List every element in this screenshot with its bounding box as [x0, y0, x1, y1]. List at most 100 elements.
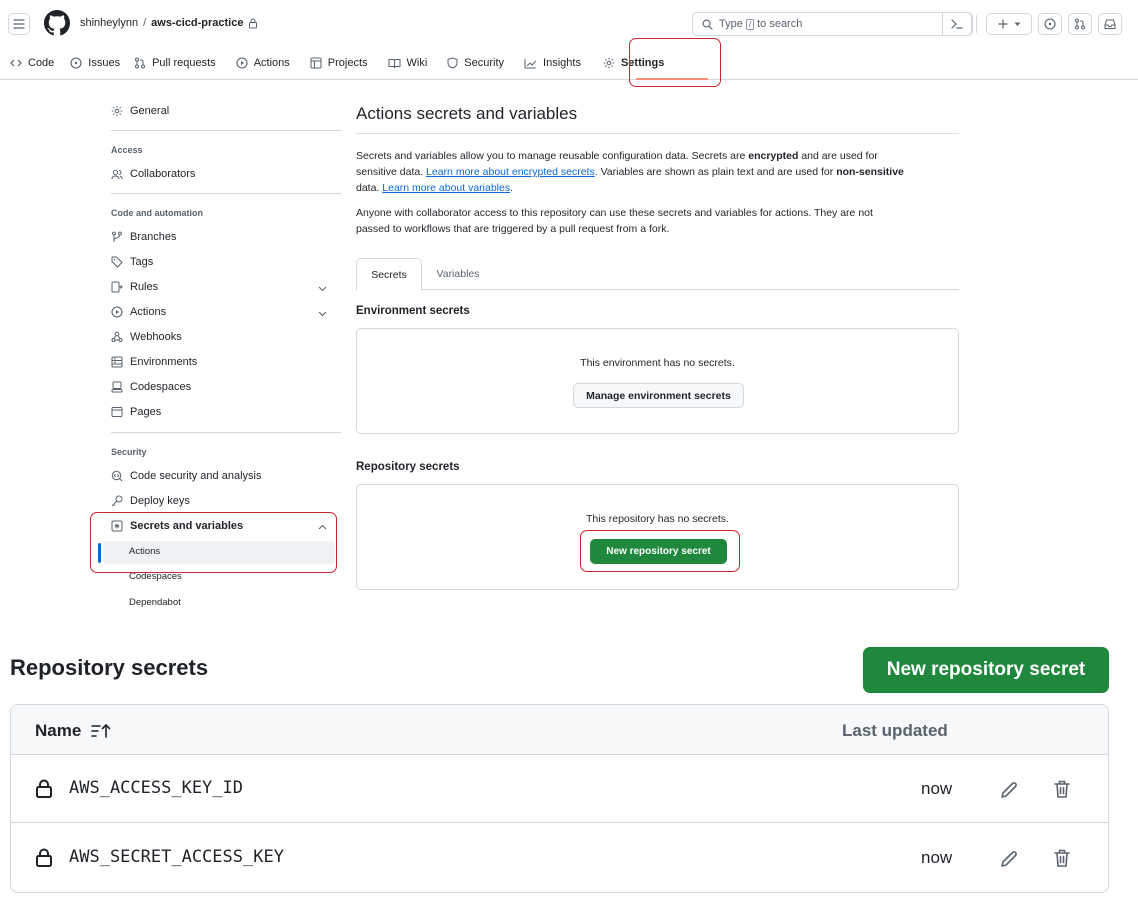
tab-actions[interactable]: Actions: [236, 48, 290, 78]
sidebar-item-rules[interactable]: Rules: [111, 281, 158, 293]
tab-variables[interactable]: Variables: [424, 258, 492, 290]
shield-icon: [447, 57, 458, 69]
sidebar-item-code-security[interactable]: Code security and analysis: [111, 470, 261, 482]
column-name-header[interactable]: Name: [35, 721, 111, 741]
intro-text: Secrets and variables allow you to manag…: [356, 150, 749, 162]
issues-button[interactable]: [1038, 13, 1062, 35]
sidebar-item-collaborators[interactable]: Collaborators: [111, 168, 195, 180]
book-icon: [388, 58, 401, 68]
inbox-button[interactable]: [1098, 13, 1122, 35]
gear-icon: [603, 57, 615, 69]
sidebar-item-label: Pages: [130, 406, 162, 418]
pencil-icon[interactable]: [999, 849, 1019, 869]
manage-environment-secrets-button[interactable]: Manage environment secrets: [573, 383, 744, 408]
pull-requests-button[interactable]: [1068, 13, 1092, 35]
secrets-sidebar-highlight: [90, 512, 337, 573]
tab-secrets[interactable]: Secrets: [356, 258, 422, 291]
tab-insights[interactable]: Insights: [524, 48, 581, 78]
graph-icon: [524, 58, 537, 68]
table-icon: [310, 57, 322, 69]
chevron-down-icon[interactable]: [318, 311, 327, 317]
inbox-icon: [1104, 19, 1116, 29]
secrets-tabs: Secrets Variables: [356, 258, 959, 291]
tab-code-label: Code: [28, 57, 55, 69]
collaborator-text: passed to workflows that are triggered b…: [356, 223, 670, 235]
server-icon: [111, 356, 123, 368]
intro-text: sensitive data.: [356, 166, 427, 178]
pencil-icon[interactable]: [999, 780, 1019, 800]
sidebar-item-label: Deploy keys: [130, 495, 190, 507]
create-new-button[interactable]: [986, 13, 1032, 35]
tab-security-label: Security: [464, 57, 505, 69]
tab-wiki[interactable]: Wiki: [388, 48, 428, 78]
sidebar-item-label: Code security and analysis: [130, 470, 262, 482]
repository-empty-message: This repository has no secrets.: [586, 513, 729, 525]
tab-projects[interactable]: Projects: [310, 48, 368, 78]
sidebar-item-branches[interactable]: Branches: [111, 231, 176, 243]
pull-request-icon: [135, 57, 146, 69]
hamburger-icon: [13, 19, 25, 29]
sidebar-item-tags[interactable]: Tags: [111, 256, 153, 268]
tab-pull-requests-label: Pull requests: [152, 57, 216, 69]
rules-icon: [111, 281, 123, 293]
tab-code[interactable]: Code: [10, 48, 54, 78]
command-palette-button[interactable]: [942, 12, 972, 36]
new-secret-highlight: [580, 530, 740, 572]
sidebar-item-label: Branches: [130, 231, 177, 243]
tab-insights-label: Insights: [543, 57, 581, 69]
webhook-icon: [111, 331, 123, 342]
tab-security[interactable]: Security: [447, 48, 504, 78]
repo-owner[interactable]: shinheylynn: [80, 17, 138, 29]
repository-secrets-heading: Repository secrets: [356, 461, 460, 473]
browser-icon: [111, 407, 123, 417]
trash-icon[interactable]: [1053, 848, 1071, 868]
title-divider: [356, 133, 959, 134]
secrets-table: Name Last updated AWS_ACCESS_KEY_ID now …: [10, 704, 1109, 893]
tab-pull-requests[interactable]: Pull requests: [134, 48, 216, 78]
sidebar-divider: [111, 130, 341, 131]
sidebar-item-deploy-keys[interactable]: Deploy keys: [111, 495, 190, 507]
tab-wiki-label: Wiki: [406, 57, 428, 69]
sidebar-item-label: Codespaces: [130, 381, 192, 393]
zoom-new-repository-secret-button[interactable]: New repository secret: [863, 647, 1109, 693]
github-logo[interactable]: [44, 10, 70, 36]
sidebar-item-label: General: [130, 105, 170, 117]
table-row: AWS_SECRET_ACCESS_KEY now: [11, 824, 1108, 892]
codespaces-icon: [111, 381, 123, 393]
sidebar-subitem-dependabot[interactable]: Dependabot: [129, 597, 181, 608]
caret-down-icon: [1014, 22, 1020, 26]
sidebar-item-label: Environments: [130, 356, 198, 368]
encrypted-secrets-link[interactable]: Learn more about encrypted secrets: [426, 166, 595, 178]
menu-button[interactable]: [8, 13, 30, 35]
tab-projects-label: Projects: [327, 57, 368, 69]
secret-last-updated: now: [921, 848, 953, 867]
tab-issues[interactable]: Issues: [70, 48, 120, 78]
gear-icon: [111, 105, 123, 117]
chevron-down-icon[interactable]: [318, 286, 327, 292]
tab-issues-label: Issues: [88, 57, 121, 69]
intro-emphasis: encrypted: [748, 150, 799, 162]
sidebar-item-environments[interactable]: Environments: [111, 356, 197, 368]
repo-breadcrumb: shinheylynn / aws-cicd-practice: [80, 17, 258, 29]
variables-link[interactable]: Learn more about variables: [382, 182, 510, 194]
sidebar-divider: [111, 193, 341, 194]
github-icon: [44, 10, 70, 36]
intro-text: . Variables are shown as plain text and …: [594, 166, 837, 178]
search-input[interactable]: Type / to search: [692, 12, 973, 36]
sidebar-item-general[interactable]: General: [111, 105, 169, 117]
sidebar-item-pages[interactable]: Pages: [111, 406, 161, 418]
trash-icon[interactable]: [1053, 779, 1071, 799]
repo-name[interactable]: aws-cicd-practice: [151, 17, 243, 29]
sidebar-item-actions[interactable]: Actions: [111, 306, 166, 318]
codescan-icon: [111, 470, 123, 482]
sidebar-item-codespaces[interactable]: Codespaces: [111, 381, 191, 393]
intro-text: and are used for: [798, 150, 878, 162]
sidebar-item-webhooks[interactable]: Webhooks: [111, 331, 182, 343]
key-icon: [111, 495, 123, 507]
environment-secrets-heading: Environment secrets: [356, 305, 470, 317]
search-shortcut-key: /: [745, 18, 755, 30]
sidebar-item-label: Rules: [130, 281, 159, 293]
play-icon: [236, 57, 248, 69]
collaborator-paragraph: Anyone with collaborator access to this …: [356, 205, 956, 237]
tab-actions-label: Actions: [253, 57, 290, 69]
